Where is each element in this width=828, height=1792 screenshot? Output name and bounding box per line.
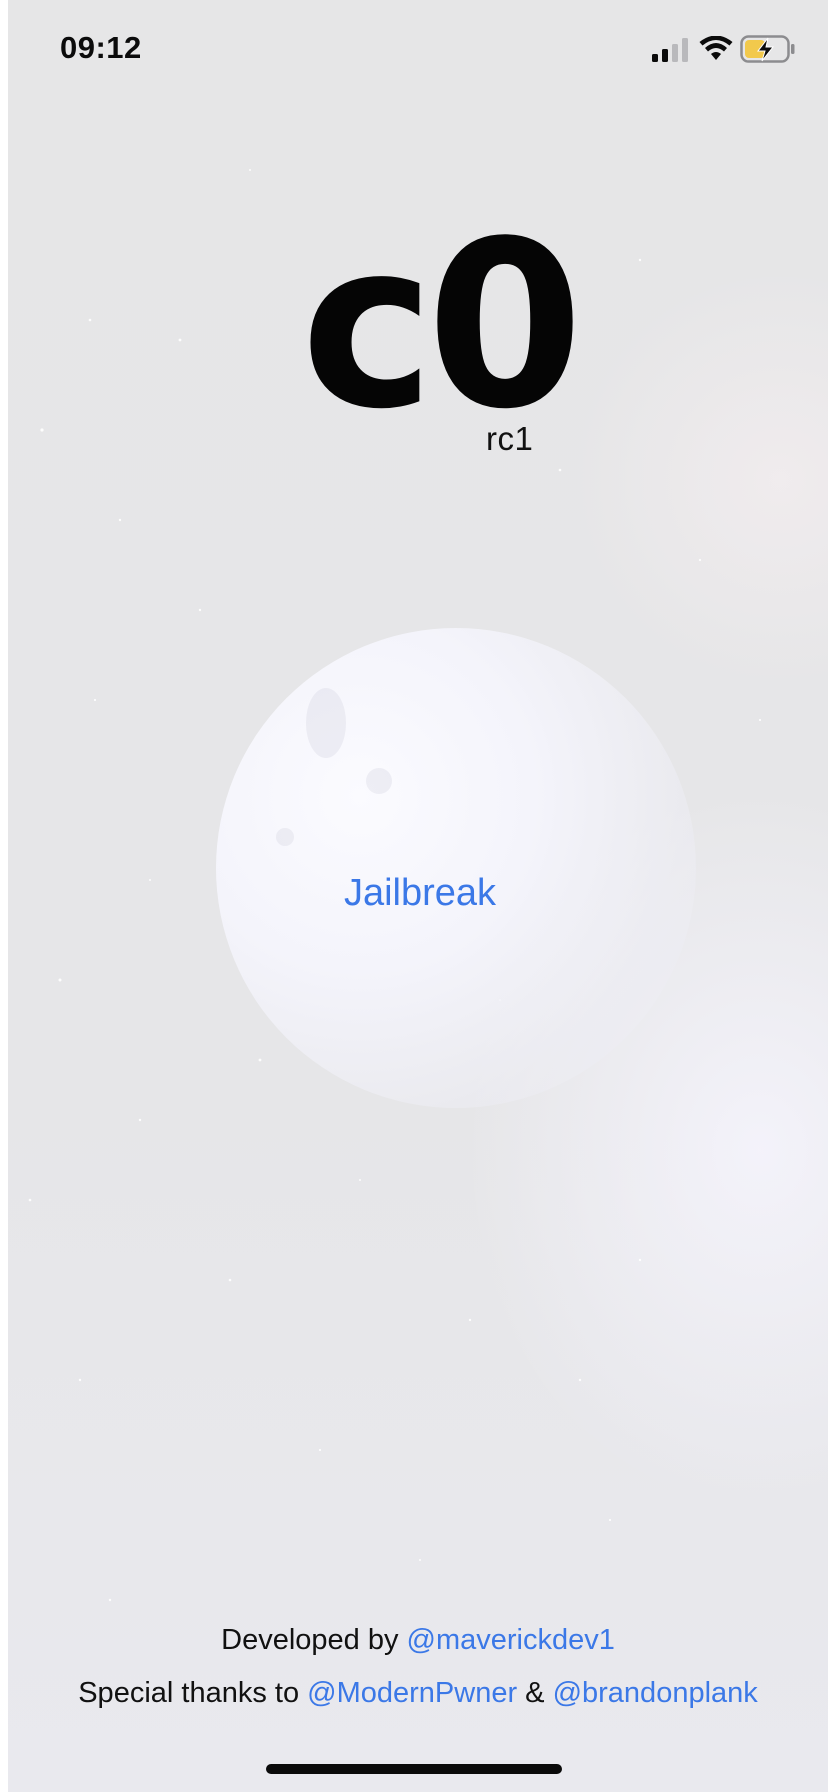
moon-graphic [216,628,696,1108]
developed-by-label: Developed by [221,1624,399,1656]
jailbreak-button[interactable]: Jailbreak [320,872,520,915]
developer-link[interactable]: @maverickdev1 [407,1624,615,1656]
brandonplank-link[interactable]: @brandonplank [553,1677,758,1709]
status-time: 09:12 [60,30,142,65]
ampersand-separator: & [525,1677,545,1709]
release-label: rc1 [486,420,534,457]
app-screen: 09:12 c0 rc1 Jailbreak Developed by @mav… [0,0,828,1792]
thanks-label: Special thanks to [78,1677,300,1709]
battery-charging-icon [740,35,795,63]
app-logo: c0 [300,193,584,460]
developer-credit: Developed by @maverickdev1 [8,1624,828,1657]
home-indicator[interactable] [266,1764,562,1774]
modernpwner-link[interactable]: @ModernPwner [307,1677,517,1709]
thanks-credit: Special thanks to @ModernPwner & @brando… [8,1677,828,1710]
wifi-icon [699,36,733,60]
cellular-signal-icon [652,38,688,62]
